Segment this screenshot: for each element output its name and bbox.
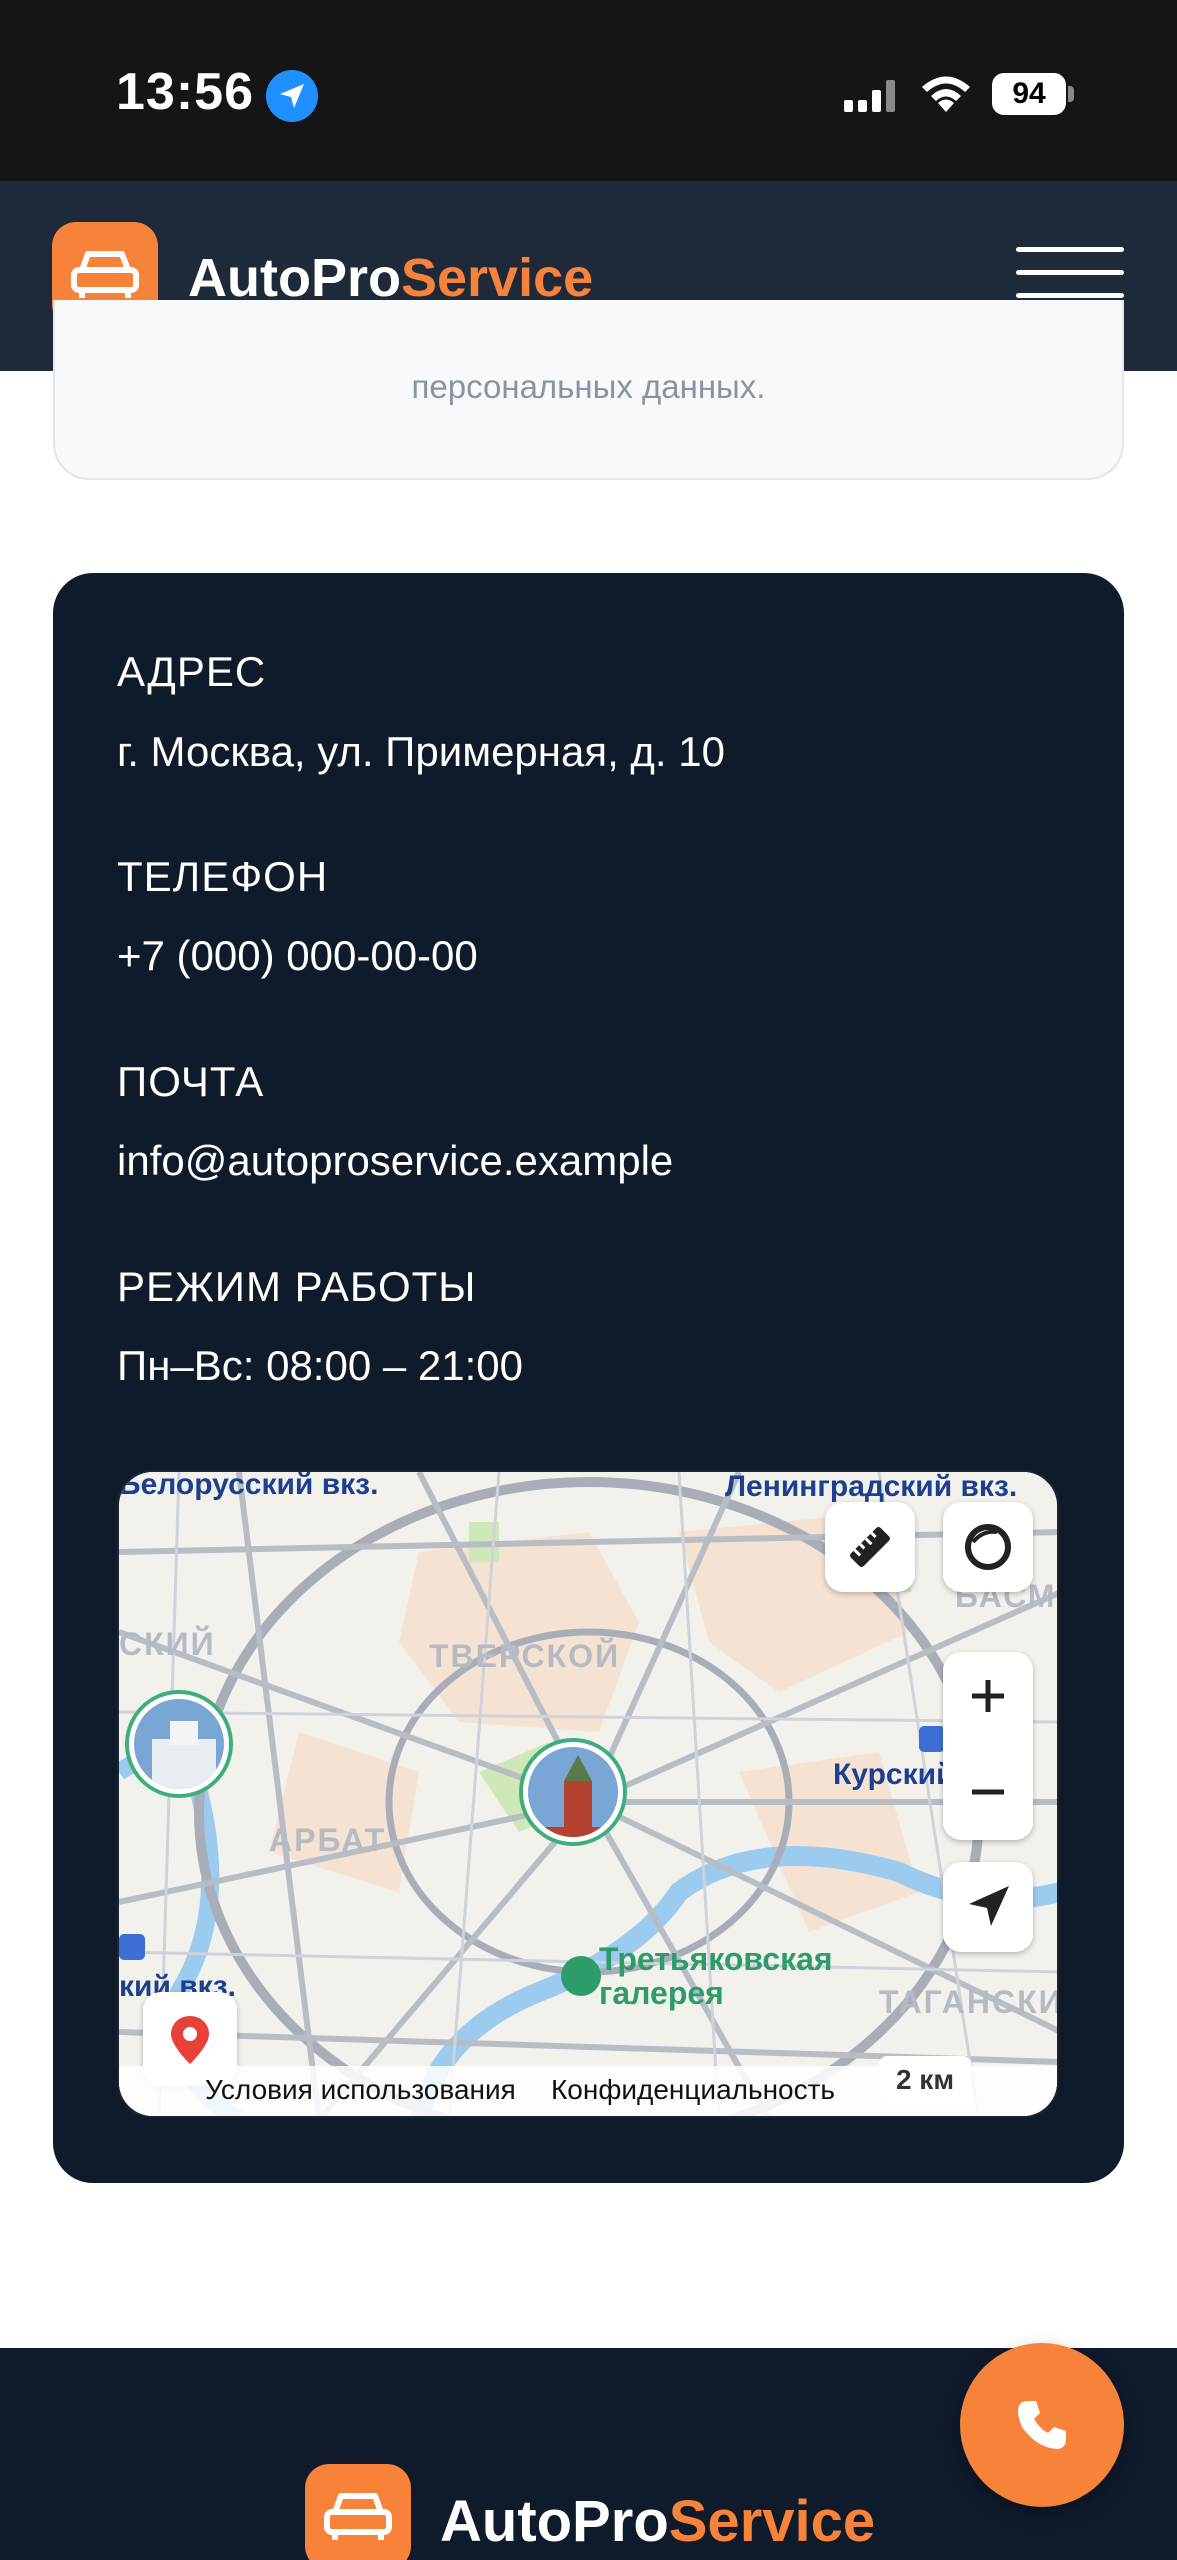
battery-level: 94 [1012, 77, 1046, 110]
map-label-taganskiy: ТАГАНСКИЙ [879, 1984, 1057, 2020]
map-label-arbat: АРБАТ [269, 1822, 387, 1858]
phone-label: ТЕЛЕФОН [117, 853, 329, 900]
map-poi-white-house[interactable] [129, 1694, 229, 1794]
brand-main: AutoPro [188, 248, 401, 308]
footer-brand-main: AutoPro [440, 2489, 669, 2554]
map-label-belorussky: Белорусский вкз. [119, 1470, 379, 1501]
gallery-label-line1: Третьяковская [599, 1941, 833, 1977]
ruler-icon[interactable] [825, 1502, 915, 1592]
zoom-controls [943, 1652, 1033, 1840]
cellular-signal-icon [844, 80, 895, 112]
geolocation-icon[interactable] [943, 1862, 1033, 1952]
map-label-leningradsky: Ленинградский вкз. [725, 1470, 1018, 1503]
location-arrow-icon [266, 70, 318, 122]
call-button[interactable] [960, 2343, 1124, 2507]
map-widget[interactable]: Белорусский вкз. Ленинградский вкз. ТВЕР… [117, 1470, 1059, 2118]
map-privacy-link[interactable]: Конфиденциальность [551, 2074, 835, 2106]
consent-text: персональных данных. [411, 368, 766, 405]
zoom-in-icon[interactable] [968, 1676, 1008, 1716]
address-label: АДРЕС [117, 648, 267, 695]
map-poi-kremlin[interactable] [523, 1742, 623, 1842]
battery-tip [1068, 86, 1074, 102]
hours-value: Пн–Вс: 08:00 – 21:00 [117, 1342, 523, 1389]
footer-brand-name[interactable]: AutoProService [440, 2488, 875, 2555]
battery-icon: 94 [992, 73, 1066, 115]
hours-label: РЕЖИМ РАБОТЫ [117, 1263, 477, 1310]
map-scale: 2 км [879, 2056, 971, 2104]
map-label-tverskoy: ТВЕРСКОЙ [429, 1638, 621, 1674]
wifi-icon [922, 76, 970, 112]
email-label: ПОЧТА [117, 1058, 265, 1105]
address-value: г. Москва, ул. Примерная, д. 10 [117, 728, 725, 775]
map-terms-link[interactable]: Условия использования [205, 2074, 516, 2106]
email-value[interactable]: info@autoproservice.example [117, 1137, 673, 1185]
status-time: 13:56 [116, 63, 254, 121]
footer-brand-accent: Service [668, 2489, 876, 2554]
brand-accent: Service [400, 248, 594, 308]
zoom-out-icon[interactable] [968, 1772, 1008, 1812]
map-poi-tretyakov[interactable]: Третьяковская галерея [599, 1942, 833, 2010]
status-bar: 13:56 94 [0, 0, 1177, 181]
layers-icon[interactable] [943, 1502, 1033, 1592]
phone-value[interactable]: +7 (000) 000-00-00 [117, 932, 478, 980]
phone-icon [1018, 2401, 1066, 2449]
footer-logo-car-icon[interactable] [305, 2464, 411, 2560]
hamburger-menu-icon[interactable] [1016, 247, 1124, 299]
map-label-skiy: СКИЙ [119, 1626, 216, 1662]
map-label-kursky: Курский [833, 1758, 955, 1791]
gallery-label-line2: галерея [599, 1975, 724, 2011]
